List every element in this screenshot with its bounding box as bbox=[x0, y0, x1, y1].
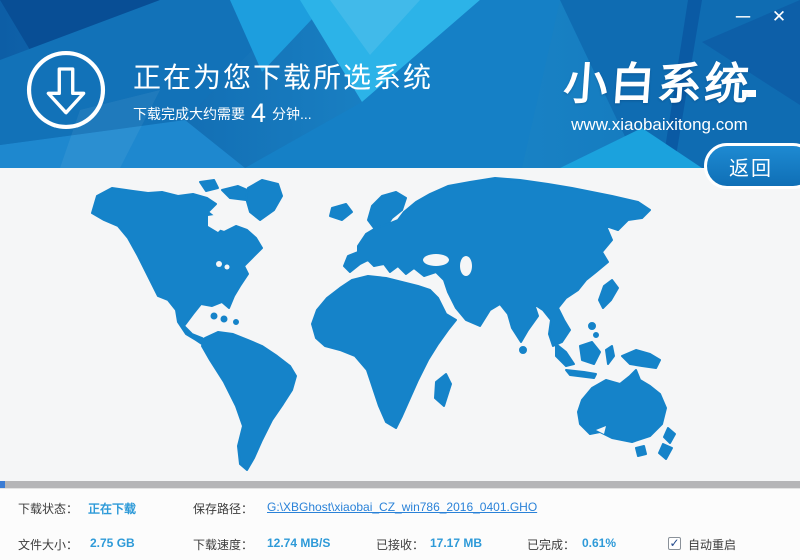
download-icon bbox=[24, 48, 108, 132]
page-title: 正在为您下载所选系统 bbox=[133, 56, 433, 96]
brand-logo: 小白系统 bbox=[561, 48, 753, 112]
world-map-svg bbox=[0, 168, 800, 481]
received-label: 已接收： bbox=[376, 536, 424, 553]
brand-website: www.xiaobaixitong.com bbox=[552, 115, 767, 135]
check-icon: ✓ bbox=[669, 536, 679, 550]
file-size-label: 文件大小： bbox=[18, 536, 78, 553]
eta-suffix: 分钟... bbox=[272, 106, 312, 122]
header: ─ ✕ 正在为您下载所选系统 下载完成大约需要4分钟... 小白系统 www.x… bbox=[0, 0, 800, 168]
received-value: 17.17 MB bbox=[430, 536, 482, 550]
close-button[interactable]: ✕ bbox=[766, 4, 792, 30]
download-status-label: 下载状态： bbox=[18, 500, 78, 517]
save-path-link[interactable]: G:\XBGhost\xiaobai_CZ_win786_2016_0401.G… bbox=[267, 500, 537, 514]
window-controls: ─ ✕ bbox=[730, 4, 792, 30]
app-window: ─ ✕ 正在为您下载所选系统 下载完成大约需要4分钟... 小白系统 www.x… bbox=[0, 0, 800, 560]
download-speed-label: 下载速度： bbox=[193, 536, 253, 553]
eta-minutes: 4 bbox=[245, 98, 272, 128]
brand-block: 小白系统 www.xiaobaixitong.com bbox=[552, 48, 767, 135]
file-size-value: 2.75 GB bbox=[90, 536, 135, 550]
eta-prefix: 下载完成大约需要 bbox=[133, 106, 245, 122]
status-panel: 下载状态： 正在下载 保存路径： G:\XBGhost\xiaobai_CZ_w… bbox=[0, 488, 800, 560]
download-speed-value: 12.74 MB/S bbox=[267, 536, 330, 550]
download-eta: 下载完成大约需要4分钟... bbox=[133, 98, 312, 129]
minimize-button[interactable]: ─ bbox=[730, 4, 756, 30]
auto-restart-label: 自动重启 bbox=[688, 536, 736, 553]
download-progress-bar bbox=[0, 481, 800, 488]
world-map bbox=[0, 168, 800, 481]
completed-value: 0.61% bbox=[582, 536, 616, 550]
completed-label: 已完成： bbox=[527, 536, 575, 553]
back-button[interactable]: 返回 bbox=[704, 143, 800, 189]
progress-fill bbox=[0, 481, 5, 488]
auto-restart-checkbox[interactable]: ✓ bbox=[668, 537, 681, 550]
download-status-value: 正在下载 bbox=[88, 500, 136, 517]
save-path-label: 保存路径： bbox=[193, 500, 253, 517]
